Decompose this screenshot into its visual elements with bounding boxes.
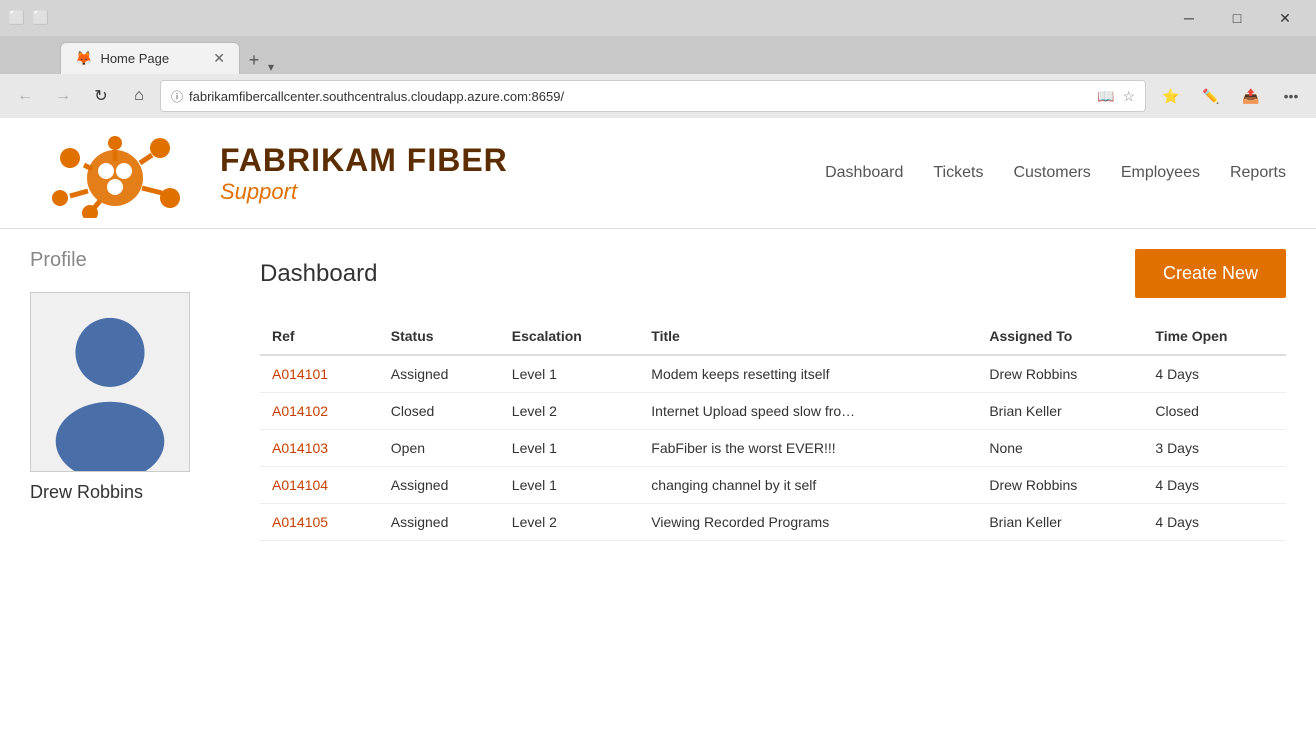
ticket-time: 4 Days bbox=[1143, 504, 1286, 541]
table-row: A014105 Assigned Level 2 Viewing Recorde… bbox=[260, 504, 1286, 541]
tab-overflow-button[interactable]: ▾ bbox=[268, 60, 274, 74]
dashboard-area: Dashboard Create New Ref Status Escalati… bbox=[260, 249, 1286, 713]
col-status: Status bbox=[379, 318, 500, 355]
ticket-ref-link[interactable]: A014103 bbox=[272, 440, 328, 456]
security-icon: ⓘ bbox=[171, 88, 183, 105]
ticket-ref-cell[interactable]: A014105 bbox=[260, 504, 379, 541]
minimize-button[interactable]: ─ bbox=[1166, 2, 1212, 34]
new-tab-button[interactable]: + bbox=[240, 46, 268, 74]
nav-reports[interactable]: Reports bbox=[1230, 164, 1286, 182]
create-new-button[interactable]: Create New bbox=[1135, 249, 1286, 298]
dashboard-header: Dashboard Create New bbox=[260, 249, 1286, 298]
tab-title: Home Page bbox=[100, 51, 169, 66]
ticket-title: Viewing Recorded Programs bbox=[639, 504, 977, 541]
ticket-title: changing channel by it self bbox=[639, 467, 977, 504]
table-row: A014101 Assigned Level 1 Modem keeps res… bbox=[260, 355, 1286, 393]
col-time: Time Open bbox=[1143, 318, 1286, 355]
ticket-status: Open bbox=[379, 430, 500, 467]
ticket-ref-link[interactable]: A014104 bbox=[272, 477, 328, 493]
ticket-assigned: Drew Robbins bbox=[977, 467, 1143, 504]
ticket-status: Assigned bbox=[379, 504, 500, 541]
ticket-status: Closed bbox=[379, 393, 500, 430]
tickets-table: Ref Status Escalation Title Assigned To … bbox=[260, 318, 1286, 541]
ticket-ref-link[interactable]: A014101 bbox=[272, 366, 328, 382]
table-row: A014104 Assigned Level 1 changing channe… bbox=[260, 467, 1286, 504]
ticket-time: 4 Days bbox=[1143, 355, 1286, 393]
tab-close-icon[interactable]: ✕ bbox=[213, 50, 225, 67]
refresh-button[interactable]: ↻ bbox=[84, 79, 118, 113]
ticket-assigned: Drew Robbins bbox=[977, 355, 1143, 393]
brand-name: FABRIKAM FIBER bbox=[220, 142, 508, 179]
back-icon: ⬜ bbox=[8, 9, 26, 27]
maximize-button[interactable]: □ bbox=[1214, 2, 1260, 34]
home-button[interactable]: ⌂ bbox=[122, 79, 156, 113]
ticket-escalation: Level 1 bbox=[500, 430, 639, 467]
tab-favicon: 🦊 bbox=[75, 50, 92, 67]
ticket-title: Internet Upload speed slow fro… bbox=[639, 393, 977, 430]
back-button[interactable]: ← bbox=[8, 79, 42, 113]
ticket-assigned: None bbox=[977, 430, 1143, 467]
user-name: Drew Robbins bbox=[30, 482, 230, 503]
ticket-title: Modem keeps resetting itself bbox=[639, 355, 977, 393]
ticket-ref-cell[interactable]: A014102 bbox=[260, 393, 379, 430]
ticket-ref-cell[interactable]: A014104 bbox=[260, 467, 379, 504]
ticket-ref-link[interactable]: A014105 bbox=[272, 514, 328, 530]
brand-sub: Support bbox=[220, 179, 508, 205]
nav-dashboard[interactable]: Dashboard bbox=[825, 164, 903, 182]
table-header-row: Ref Status Escalation Title Assigned To … bbox=[260, 318, 1286, 355]
col-ref: Ref bbox=[260, 318, 379, 355]
col-title: Title bbox=[639, 318, 977, 355]
col-assigned: Assigned To bbox=[977, 318, 1143, 355]
brand-text: FABRIKAM FIBER Support bbox=[220, 142, 508, 205]
ticket-ref-cell[interactable]: A014101 bbox=[260, 355, 379, 393]
browser-tab[interactable]: 🦊 Home Page ✕ bbox=[60, 42, 240, 74]
ticket-status: Assigned bbox=[379, 467, 500, 504]
nav-employees[interactable]: Employees bbox=[1121, 164, 1200, 182]
avatar bbox=[30, 292, 190, 472]
ticket-escalation: Level 1 bbox=[500, 467, 639, 504]
reader-mode-icon[interactable]: 📖 bbox=[1097, 88, 1114, 105]
profile-title: Profile bbox=[30, 249, 230, 272]
main-nav: Dashboard Tickets Customers Employees Re… bbox=[825, 164, 1286, 182]
nav-tickets[interactable]: Tickets bbox=[933, 164, 983, 182]
ticket-status: Assigned bbox=[379, 355, 500, 393]
ticket-time: 4 Days bbox=[1143, 467, 1286, 504]
ticket-title: FabFiber is the worst EVER!!! bbox=[639, 430, 977, 467]
ticket-assigned: Brian Keller bbox=[977, 504, 1143, 541]
forward-button[interactable]: → bbox=[46, 79, 80, 113]
dashboard-title: Dashboard bbox=[260, 260, 377, 288]
forward-icon: ⬜ bbox=[32, 9, 50, 27]
col-escalation: Escalation bbox=[500, 318, 639, 355]
ticket-time: Closed bbox=[1143, 393, 1286, 430]
url-text: fabrikamfibercallcenter.southcentralus.c… bbox=[189, 89, 564, 104]
ticket-ref-link[interactable]: A014102 bbox=[272, 403, 328, 419]
sidebar: Profile Drew Robbins bbox=[30, 249, 230, 713]
ticket-escalation: Level 2 bbox=[500, 393, 639, 430]
table-row: A014103 Open Level 1 FabFiber is the wor… bbox=[260, 430, 1286, 467]
logo bbox=[30, 128, 230, 218]
ticket-escalation: Level 2 bbox=[500, 504, 639, 541]
ticket-time: 3 Days bbox=[1143, 430, 1286, 467]
bookmark-icon[interactable]: ☆ bbox=[1122, 88, 1135, 105]
share-icon[interactable]: 📤 bbox=[1234, 79, 1268, 113]
more-menu-icon[interactable]: ••• bbox=[1274, 79, 1308, 113]
ticket-ref-cell[interactable]: A014103 bbox=[260, 430, 379, 467]
notes-icon[interactable]: ✏️ bbox=[1194, 79, 1228, 113]
ticket-assigned: Brian Keller bbox=[977, 393, 1143, 430]
ticket-escalation: Level 1 bbox=[500, 355, 639, 393]
table-row: A014102 Closed Level 2 Internet Upload s… bbox=[260, 393, 1286, 430]
address-bar[interactable]: ⓘ fabrikamfibercallcenter.southcentralus… bbox=[160, 80, 1146, 112]
close-button[interactable]: ✕ bbox=[1262, 2, 1308, 34]
favorites-icon[interactable]: ⭐ bbox=[1154, 79, 1188, 113]
nav-customers[interactable]: Customers bbox=[1013, 164, 1090, 182]
